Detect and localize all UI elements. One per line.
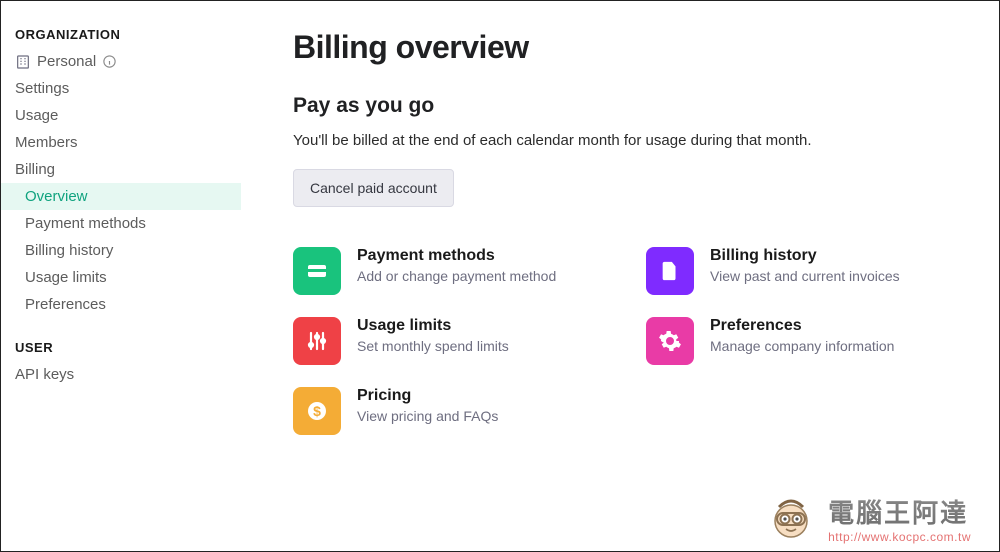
card-title: Pricing	[357, 387, 498, 405]
card-subtitle: View past and current invoices	[710, 268, 900, 284]
card-billing-history[interactable]: Billing history View past and current in…	[646, 247, 959, 295]
card-subtitle: View pricing and FAQs	[357, 408, 498, 424]
watermark: 電腦王阿達 http://www.kocpc.com.tw	[764, 491, 971, 545]
sidebar-billing-submenu: Overview Payment methods Billing history…	[1, 183, 241, 318]
sliders-icon	[293, 317, 341, 365]
card-title: Preferences	[710, 317, 894, 335]
card-pricing[interactable]: $ Pricing View pricing and FAQs	[293, 387, 606, 435]
card-usage-limits[interactable]: Usage limits Set monthly spend limits	[293, 317, 606, 365]
sidebar-section-user: USER	[1, 334, 241, 361]
gear-icon	[646, 317, 694, 365]
sidebar-sub-billing-history[interactable]: Billing history	[1, 237, 241, 264]
watermark-text: 電腦王阿達	[828, 493, 968, 530]
main-content: Billing overview Pay as you go You'll be…	[241, 1, 999, 551]
sidebar-item-settings[interactable]: Settings	[1, 75, 241, 102]
sidebar-item-billing[interactable]: Billing	[1, 156, 241, 183]
card-title: Usage limits	[357, 317, 509, 335]
section-subtitle: Pay as you go	[293, 94, 959, 118]
sidebar: ORGANIZATION Personal Settings Usage Mem…	[1, 1, 241, 551]
dollar-icon: $	[293, 387, 341, 435]
org-name: Personal	[37, 53, 96, 70]
card-preferences[interactable]: Preferences Manage company information	[646, 317, 959, 365]
sidebar-sub-overview[interactable]: Overview	[1, 183, 241, 210]
billing-cards-grid: Payment methods Add or change payment me…	[293, 247, 959, 435]
sidebar-sub-payment-methods[interactable]: Payment methods	[1, 210, 241, 237]
svg-text:$: $	[313, 403, 321, 419]
watermark-url: http://www.kocpc.com.tw	[828, 530, 971, 544]
mascot-icon	[764, 491, 818, 545]
sidebar-item-api-keys[interactable]: API keys	[1, 361, 241, 388]
sidebar-section-organization: ORGANIZATION	[1, 21, 241, 48]
card-title: Billing history	[710, 247, 900, 265]
sidebar-sub-preferences[interactable]: Preferences	[1, 291, 241, 318]
page-title: Billing overview	[293, 29, 959, 66]
card-subtitle: Manage company information	[710, 338, 894, 354]
building-icon	[15, 54, 31, 70]
sidebar-sub-usage-limits[interactable]: Usage limits	[1, 264, 241, 291]
sidebar-item-members[interactable]: Members	[1, 129, 241, 156]
section-description: You'll be billed at the end of each cale…	[293, 132, 959, 149]
document-icon	[646, 247, 694, 295]
card-title: Payment methods	[357, 247, 556, 265]
card-subtitle: Add or change payment method	[357, 268, 556, 284]
info-icon[interactable]	[102, 54, 117, 69]
card-subtitle: Set monthly spend limits	[357, 338, 509, 354]
card-payment-methods[interactable]: Payment methods Add or change payment me…	[293, 247, 606, 295]
sidebar-item-usage[interactable]: Usage	[1, 102, 241, 129]
cancel-paid-account-button[interactable]: Cancel paid account	[293, 169, 454, 207]
credit-card-icon	[293, 247, 341, 295]
app-frame: ORGANIZATION Personal Settings Usage Mem…	[0, 0, 1000, 552]
org-switcher[interactable]: Personal	[1, 48, 241, 75]
